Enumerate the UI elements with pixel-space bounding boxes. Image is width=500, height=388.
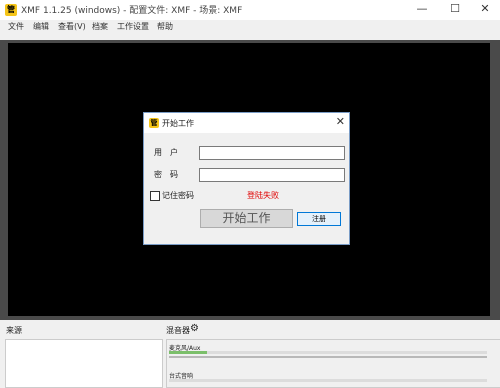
- dialog-app-icon: 管: [149, 118, 159, 128]
- sources-dock-title: 来源: [6, 326, 22, 335]
- app-icon: 管: [5, 4, 17, 16]
- dialog-title: 开始工作: [162, 119, 194, 128]
- password-input[interactable]: [199, 168, 345, 182]
- menu-profile[interactable]: 档案: [92, 21, 108, 32]
- remember-password-checkbox[interactable]: [150, 191, 160, 201]
- minimize-button[interactable]: —: [407, 0, 437, 20]
- mixer-panel: 麦克风/Aux 台式音响: [166, 339, 500, 388]
- window-title: XMF 1.1.25 (windows) - 配置文件: XMF - 场景: X…: [21, 6, 243, 16]
- register-button[interactable]: 注册: [297, 212, 341, 226]
- close-button[interactable]: ✕: [470, 0, 500, 20]
- dialog-close-icon[interactable]: ✕: [336, 115, 345, 128]
- menu-bar: 文件 编辑 查看(V) 档案 工作设置 帮助: [0, 20, 500, 36]
- dialog-titlebar: 管 开始工作 ✕: [144, 113, 349, 133]
- mixer-level-meter: [169, 351, 487, 354]
- mixer-volume-slider[interactable]: [169, 356, 487, 358]
- gear-icon[interactable]: ⚙: [190, 323, 199, 334]
- menu-edit[interactable]: 编辑: [33, 21, 49, 32]
- menu-view[interactable]: 查看(V): [58, 21, 86, 32]
- menu-work-settings[interactable]: 工作设置: [117, 21, 149, 32]
- sources-list[interactable]: [5, 339, 163, 388]
- username-input[interactable]: [199, 146, 345, 160]
- window-titlebar: 管 XMF 1.1.25 (windows) - 配置文件: XMF - 场景:…: [0, 0, 500, 20]
- login-error-text: 登陆失败: [247, 191, 279, 200]
- mixer-dock-title: 混音器: [166, 326, 190, 335]
- mixer-level-fill: [169, 351, 208, 354]
- start-work-button[interactable]: 开始工作: [200, 209, 293, 228]
- username-label: 用户: [154, 148, 186, 157]
- maximize-button[interactable]: ☐: [440, 0, 470, 20]
- menu-file[interactable]: 文件: [8, 21, 24, 32]
- password-label: 密码: [154, 170, 186, 179]
- start-work-dialog: 管 开始工作 ✕ 用户 密码 记住密码 登陆失败 开始工作 注册: [143, 112, 350, 245]
- mixer-level-meter: [169, 379, 487, 382]
- remember-password-label: 记住密码: [162, 191, 194, 200]
- menu-help[interactable]: 帮助: [157, 21, 173, 32]
